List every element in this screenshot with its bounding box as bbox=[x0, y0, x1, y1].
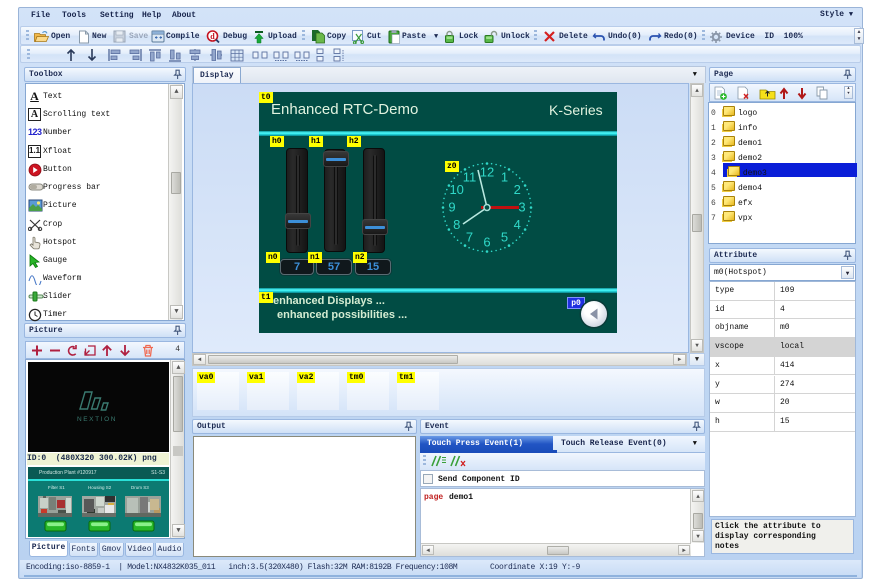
svg-text:NEXTION: NEXTION bbox=[77, 416, 117, 423]
svg-text:5: 5 bbox=[501, 230, 508, 245]
svg-text:12: 12 bbox=[480, 165, 494, 180]
svg-text:6: 6 bbox=[483, 234, 490, 249]
svg-text:d: d bbox=[210, 32, 215, 41]
svg-text:4: 4 bbox=[514, 217, 521, 232]
svg-text:11: 11 bbox=[463, 169, 477, 184]
svg-text:8: 8 bbox=[453, 217, 460, 232]
svg-text:3: 3 bbox=[518, 200, 525, 215]
svg-text:10: 10 bbox=[449, 182, 463, 197]
svg-text:2: 2 bbox=[514, 182, 521, 197]
svg-text:1: 1 bbox=[501, 169, 508, 184]
svg-text:9: 9 bbox=[448, 200, 455, 215]
svg-text:7: 7 bbox=[466, 230, 473, 245]
